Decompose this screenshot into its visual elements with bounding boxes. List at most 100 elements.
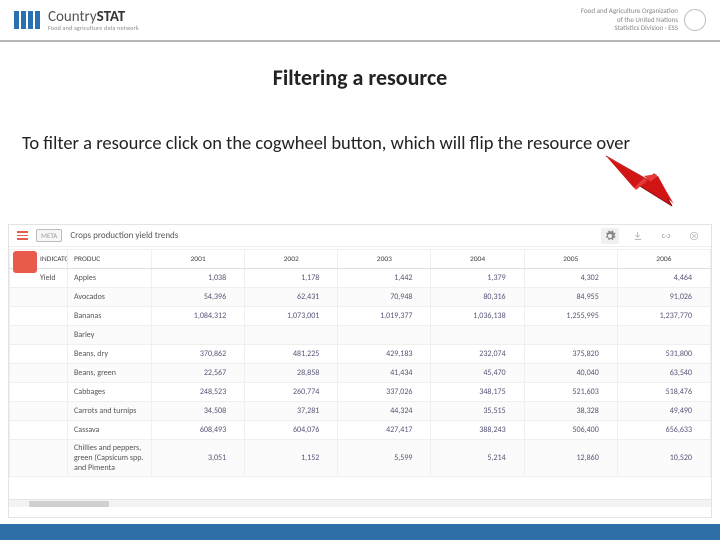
cell-indicator	[10, 421, 68, 440]
cell-value	[617, 326, 710, 345]
data-table: INDICATOR PRODUC 2001 2002 2003 2004 200…	[9, 249, 711, 477]
brand-logo: CountrySTAT Food and agriculture data ne…	[14, 10, 139, 31]
col-2003: 2003	[338, 250, 431, 269]
table-row: Cassava608,493604,076427,417388,243506,4…	[10, 421, 711, 440]
table-row: Beans, green22,56728,85841,43445,47040,0…	[10, 364, 711, 383]
cell-value: 1,084,312	[152, 307, 245, 326]
cell-value: 37,281	[245, 402, 338, 421]
page-header: CountrySTAT Food and agriculture data ne…	[0, 0, 720, 42]
brand-subtitle: Food and agriculture data network	[48, 25, 139, 31]
cell-value: 34,508	[152, 402, 245, 421]
cell-value: 1,178	[245, 269, 338, 288]
fao-attribution: Food and Agriculture Organization of the…	[581, 7, 706, 32]
cell-value: 70,948	[338, 288, 431, 307]
cell-value: 22,567	[152, 364, 245, 383]
table-header-row: INDICATOR PRODUC 2001 2002 2003 2004 200…	[10, 250, 711, 269]
cell-value: 45,470	[431, 364, 524, 383]
cell-value: 49,490	[617, 402, 710, 421]
cell-product: Beans, dry	[68, 345, 152, 364]
table-row: Cabbages248,523260,774337,026348,175521,…	[10, 383, 711, 402]
link-icon[interactable]	[657, 228, 675, 244]
cell-value: 3,051	[152, 440, 245, 477]
cell-value: 656,633	[617, 421, 710, 440]
cell-value: 4,464	[617, 269, 710, 288]
cell-product: Cassava	[68, 421, 152, 440]
cell-value: 80,316	[431, 288, 524, 307]
cell-value: 1,038	[152, 269, 245, 288]
cell-value: 5,214	[431, 440, 524, 477]
meta-badge[interactable]: META	[36, 229, 62, 242]
cell-indicator	[10, 307, 68, 326]
cell-value: 10,520	[617, 440, 710, 477]
brand-main: Country	[48, 8, 97, 26]
cell-indicator	[10, 345, 68, 364]
col-2005: 2005	[524, 250, 617, 269]
cell-indicator	[10, 402, 68, 421]
table-row: Barley	[10, 326, 711, 345]
cell-value: 28,858	[245, 364, 338, 383]
cell-value: 337,026	[338, 383, 431, 402]
cell-value	[245, 326, 338, 345]
corner-tag-icon[interactable]	[13, 251, 37, 273]
menu-icon[interactable]	[17, 231, 28, 240]
table-row: YieldApples1,0381,1781,4421,3794,3024,46…	[10, 269, 711, 288]
col-2002: 2002	[245, 250, 338, 269]
cell-product: Beans, green	[68, 364, 152, 383]
col-product: PRODUC	[68, 250, 152, 269]
cell-product: Carrots and turnips	[68, 402, 152, 421]
cell-product: Barley	[68, 326, 152, 345]
close-icon[interactable]	[685, 228, 703, 244]
cell-indicator	[10, 364, 68, 383]
cell-value: 40,040	[524, 364, 617, 383]
cell-value: 5,599	[338, 440, 431, 477]
cell-value: 427,417	[338, 421, 431, 440]
cell-value	[338, 326, 431, 345]
brand-bold: STAT	[97, 8, 126, 26]
cell-product: Apples	[68, 269, 152, 288]
cell-value: 1,036,138	[431, 307, 524, 326]
cell-value: 84,955	[524, 288, 617, 307]
cell-value: 506,400	[524, 421, 617, 440]
fao-line3: Statistics Division · ESS	[581, 24, 678, 32]
cell-value: 232,074	[431, 345, 524, 364]
instruction-text: To filter a resource click on the cogwhe…	[22, 131, 698, 155]
cell-indicator	[10, 440, 68, 477]
download-icon[interactable]	[629, 228, 647, 244]
brand-bars-icon	[14, 11, 40, 29]
cell-product: Cabbages	[68, 383, 152, 402]
panel-title: Crops production yield trends	[70, 230, 178, 241]
cell-value: 429,183	[338, 345, 431, 364]
cell-indicator	[10, 326, 68, 345]
cell-value: 608,493	[152, 421, 245, 440]
cell-value: 4,302	[524, 269, 617, 288]
horizontal-scrollbar[interactable]	[9, 499, 711, 507]
cell-value: 91,026	[617, 288, 710, 307]
cell-value: 63,540	[617, 364, 710, 383]
cell-value: 41,434	[338, 364, 431, 383]
annotation-arrow-icon	[600, 150, 680, 210]
cell-value: 12,860	[524, 440, 617, 477]
data-table-container: INDICATOR PRODUC 2001 2002 2003 2004 200…	[9, 247, 711, 507]
cell-product: Chillies and peppers, green (Capsicum sp…	[68, 440, 152, 477]
cell-value: 531,800	[617, 345, 710, 364]
panel-toolbar: META Crops production yield trends	[9, 225, 711, 247]
cell-value: 375,820	[524, 345, 617, 364]
fao-logo-icon	[684, 9, 706, 31]
cell-indicator	[10, 383, 68, 402]
cell-value: 604,076	[245, 421, 338, 440]
scrollbar-thumb[interactable]	[29, 501, 109, 507]
gear-icon[interactable]	[601, 228, 619, 244]
cell-value: 1,073,001	[245, 307, 338, 326]
cell-value: 1,379	[431, 269, 524, 288]
cell-value: 481,225	[245, 345, 338, 364]
table-row: Avocados54,39662,43170,94880,31684,95591…	[10, 288, 711, 307]
cell-value: 1,442	[338, 269, 431, 288]
cell-value: 521,603	[524, 383, 617, 402]
cell-value: 518,476	[617, 383, 710, 402]
table-row: Beans, dry370,862481,225429,183232,07437…	[10, 345, 711, 364]
cell-value: 1,255,995	[524, 307, 617, 326]
cell-value: 44,324	[338, 402, 431, 421]
cell-value: 1,152	[245, 440, 338, 477]
slide-footer	[0, 524, 720, 540]
col-2006: 2006	[617, 250, 710, 269]
